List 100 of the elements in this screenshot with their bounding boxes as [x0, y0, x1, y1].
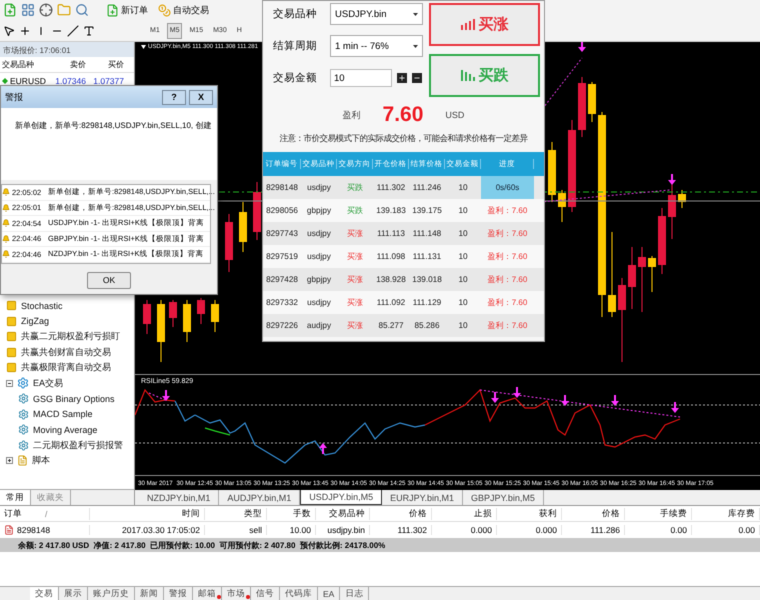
candlestick [169, 300, 177, 328]
new-chart-icon[interactable] [3, 3, 17, 18]
column-header[interactable]: 手数 [267, 508, 316, 520]
symbol-select[interactable]: USDJPY.bin [330, 3, 423, 25]
navigator-item[interactable]: GSG Binary Options [33, 394, 115, 404]
close-button[interactable]: X [189, 90, 213, 104]
search-icon[interactable] [75, 3, 89, 18]
table-cell-text: 10 [457, 229, 469, 238]
navigator-item[interactable]: 共赢二元期权盈利亏损盯 [21, 330, 120, 344]
falling-bars-icon [460, 69, 474, 82]
chart-tab[interactable]: USDJPY.bin,M5 [300, 490, 382, 505]
table-cell-text: gbpjpy [306, 275, 332, 284]
navigator-item[interactable]: 二元期权盈利亏损报警 [33, 438, 123, 452]
column-header[interactable]: 手续费 [625, 508, 692, 520]
indicator-icon [6, 346, 17, 358]
arrow-marker [162, 390, 170, 401]
text-icon[interactable] [83, 24, 95, 37]
decrease-button[interactable] [412, 73, 422, 83]
table-cell: 8298148 [0, 525, 90, 535]
bell-icon [2, 188, 10, 196]
table-cell-text: 10 [457, 206, 469, 215]
terminal-tab[interactable]: 账户历史 [88, 587, 135, 600]
trend-line-icon[interactable] [67, 24, 79, 37]
collapse-icon[interactable] [6, 380, 13, 387]
table-cell-text: 111.131 [412, 252, 442, 261]
column-header[interactable]: 交易品种 [316, 508, 370, 520]
indicator-icon [6, 331, 17, 342]
candlestick [157, 300, 165, 362]
dropdown-icon[interactable] [141, 45, 146, 49]
candlestick [143, 300, 151, 334]
column-header[interactable]: 价格 [370, 508, 432, 520]
dialog-title: 警报 [5, 90, 24, 104]
document-icon [17, 455, 28, 466]
table-cell-text: 139.175 [411, 206, 443, 215]
table-cell: 10.00 [267, 525, 316, 535]
order-icon [4, 525, 14, 535]
arrow-marker [671, 402, 679, 413]
terminal-tab[interactable]: 交易 [30, 587, 59, 600]
field-label: 交易金额 [273, 71, 318, 85]
candlestick [253, 182, 261, 240]
cursor-icon[interactable] [3, 24, 15, 37]
terminal-tab[interactable]: 邮箱 [193, 587, 222, 600]
column-header[interactable]: 止损 [432, 508, 497, 520]
navigator-item[interactable]: 脚本 [32, 454, 50, 468]
column-header[interactable]: 订单 / [0, 508, 90, 520]
indicator-icon [6, 316, 17, 327]
table-cell-text: usdjpy [306, 252, 332, 261]
profiles-icon[interactable] [21, 3, 35, 18]
table-cell-text: 10 [457, 298, 469, 307]
column-header[interactable]: 获利 [497, 508, 562, 520]
increase-button[interactable] [397, 73, 407, 83]
terminal-tab[interactable]: EA [318, 587, 340, 600]
candlestick [658, 208, 666, 274]
period-select[interactable]: 1 min -- 76% [330, 35, 423, 57]
candlestick [578, 76, 586, 138]
symbol-cell[interactable]: EURUSD [0, 76, 50, 86]
expand-icon[interactable] [6, 457, 13, 464]
navigator-item[interactable]: MACD Sample [33, 409, 93, 420]
toolbar-button[interactable]: 自动交易 [155, 0, 212, 20]
help-button[interactable]: ? [162, 90, 186, 104]
terminal-tab[interactable]: 市场 [222, 587, 251, 600]
table-cell-text: 139.018 [411, 275, 443, 284]
terminal-tab[interactable]: 展示 [59, 587, 88, 600]
navigator-item[interactable]: EA交易 [33, 376, 64, 390]
table-cell: 0.000 [497, 525, 562, 535]
column-header[interactable]: 库存费 [692, 508, 760, 520]
account-summary: 余额: 2 417.80 USD 净值: 2 417.80 已用预付款: 10.00 可用预付款: 2 407.80 预付款比例: 24178.00% [0, 538, 760, 552]
table-cell-text: 111.129 [412, 298, 442, 307]
amount-field[interactable]: 10 [330, 69, 392, 87]
profit-value: 7.60 [382, 103, 424, 127]
buy-up-button[interactable]: 买涨 [429, 3, 540, 46]
ok-button[interactable]: OK [87, 272, 131, 288]
arrow-marker [668, 174, 676, 185]
crosshair-icon[interactable] [39, 3, 53, 18]
profit-cell-text: 盈利：7.60 [486, 228, 528, 240]
column-header: 买价 [107, 59, 125, 70]
navigator-item[interactable]: Stochastic [21, 300, 63, 311]
terminal-tab[interactable]: 日志 [340, 587, 370, 600]
terminal-tab[interactable]: 代码库 [280, 587, 318, 600]
profit-cell-text: 盈利：7.60 [486, 251, 528, 263]
terminal-tab[interactable]: 警报 [164, 587, 193, 600]
table-cell-text: 8297743 [265, 229, 299, 238]
candlestick [638, 246, 646, 312]
terminal-tab[interactable]: 新闻 [135, 587, 164, 600]
candlestick [588, 82, 596, 122]
panel-tab[interactable]: 常用 [0, 490, 31, 505]
direction-cell-text: 买涨 [346, 251, 364, 262]
navigator-item[interactable]: Moving Average [33, 424, 98, 435]
gear-icon [18, 393, 29, 404]
arrow-marker [611, 395, 619, 406]
column-header[interactable]: 时间 [90, 508, 205, 520]
column-header[interactable]: 类型 [205, 508, 267, 520]
arrow-marker [491, 392, 499, 403]
crosshair-icon[interactable] [19, 24, 31, 37]
toolbar-button[interactable]: 新订单 [103, 0, 151, 20]
navigator-item[interactable]: ZigZag [21, 316, 50, 326]
column-header[interactable]: 价格 [562, 508, 625, 520]
navigator-item[interactable]: 共赢共创财富自动交易 [21, 346, 111, 359]
terminal-tab[interactable]: 信号 [251, 587, 280, 600]
navigator-item[interactable]: 共赢极限背离自动交易 [21, 361, 111, 374]
